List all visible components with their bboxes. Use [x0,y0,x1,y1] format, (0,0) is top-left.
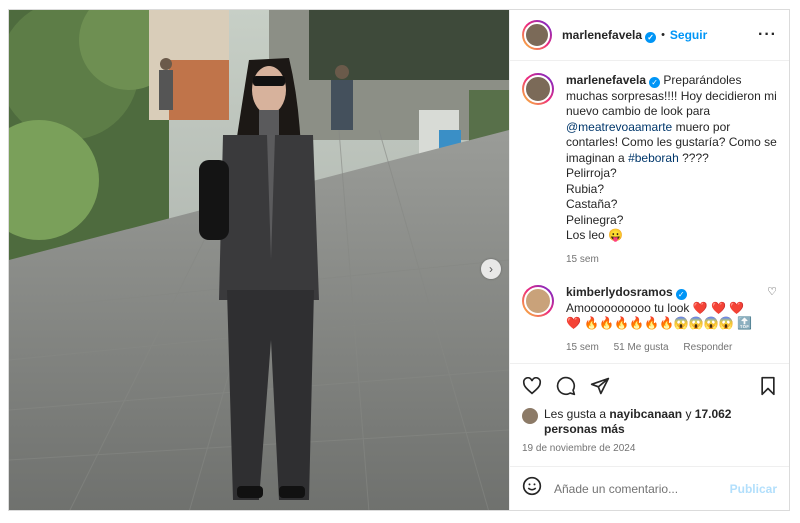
action-bar [510,363,789,407]
emoji-icon[interactable] [522,476,542,501]
post-header: marlenefavela ✓ • Seguir ··· [510,10,789,61]
follow-button[interactable]: Seguir [670,28,707,42]
avatar[interactable] [522,285,554,317]
caption-meta: 15 sem [566,252,777,268]
caption-text: marlenefavela ✓ Preparándoles muchas sorp… [566,73,777,267]
chevron-right-icon: › [489,262,493,276]
comment-likes[interactable]: 51 Me gusta [614,342,669,353]
add-comment-bar: Añade un comentario... Publicar [510,466,789,510]
reply-button[interactable]: Responder [683,342,732,353]
photo-illustration [9,10,509,510]
comment-username[interactable]: kimberlydosramos [566,285,673,299]
caption-row: marlenefavela ✓ Preparándoles muchas sorp… [522,73,777,267]
caption-line: Pelirroja? [566,166,617,180]
verified-badge-icon: ✓ [675,289,687,300]
comment-text: kimberlydosramos ✓ Amoooooooooo tu look ❤… [566,285,761,355]
comments-section: marlenefavela ✓ Preparándoles muchas sorp… [510,61,789,363]
caption-time[interactable]: 15 sem [566,254,599,265]
caption-tail: ???? [682,150,709,165]
caption-line: Los leo 😛 [566,228,623,242]
comment-time[interactable]: 15 sem [566,342,599,353]
caption-line: Castaña? [566,197,618,211]
username-text[interactable]: marlenefavela [562,28,642,42]
comment-input[interactable]: Añade un comentario... [554,482,678,496]
post-date[interactable]: 19 de noviembre de 2024 [510,437,789,466]
separator-dot: • [661,29,665,41]
likes-text: Les gusta a nayibcanaan y 17.062 persona… [544,407,777,437]
caption-line: Pelinegra? [566,212,624,227]
publish-button[interactable]: Publicar [730,482,777,496]
liker-username[interactable]: nayibcanaan [609,407,682,421]
comment-meta: 15 sem 51 Me gusta Responder [566,340,761,356]
hashtag-link[interactable]: #beborah [628,151,679,165]
liker-avatar[interactable] [522,408,538,424]
likes-connector: y [685,407,692,421]
post-sidebar: marlenefavela ✓ • Seguir ··· marlenefavel… [509,10,789,510]
caption-line: Rubia? [566,181,605,196]
post-photo[interactable]: › [9,10,509,510]
comment-icon[interactable] [556,376,576,396]
bookmark-icon[interactable] [759,376,777,396]
heart-icon[interactable] [522,376,542,395]
comment-row: kimberlydosramos ✓ Amoooooooooo tu look ❤… [522,285,777,355]
avatar[interactable] [522,73,554,105]
more-horizontal-icon[interactable]: ··· [758,26,777,44]
caption-username[interactable]: marlenefavela [566,73,646,87]
avatar[interactable] [522,20,552,50]
like-comment-icon[interactable]: ♡ [767,285,777,355]
comment-content: Amoooooooooo tu look ❤️ ❤️ ❤️ ❤️ 🔥🔥🔥🔥🔥🔥😱… [566,300,752,331]
verified-badge-icon: ✓ [645,31,657,43]
post-dialog: › marlenefavela ✓ • Seguir ··· marlenefav… [8,9,790,511]
share-icon[interactable] [590,376,610,396]
likes-summary: Les gusta a nayibcanaan y 17.062 persona… [510,407,789,437]
post-username[interactable]: marlenefavela ✓ [562,28,657,43]
likes-prefix: Les gusta a [544,407,607,421]
mention-link[interactable]: @meatrevoaamarte [566,120,672,134]
verified-badge-icon: ✓ [649,77,661,88]
next-photo-button[interactable]: › [481,259,501,279]
